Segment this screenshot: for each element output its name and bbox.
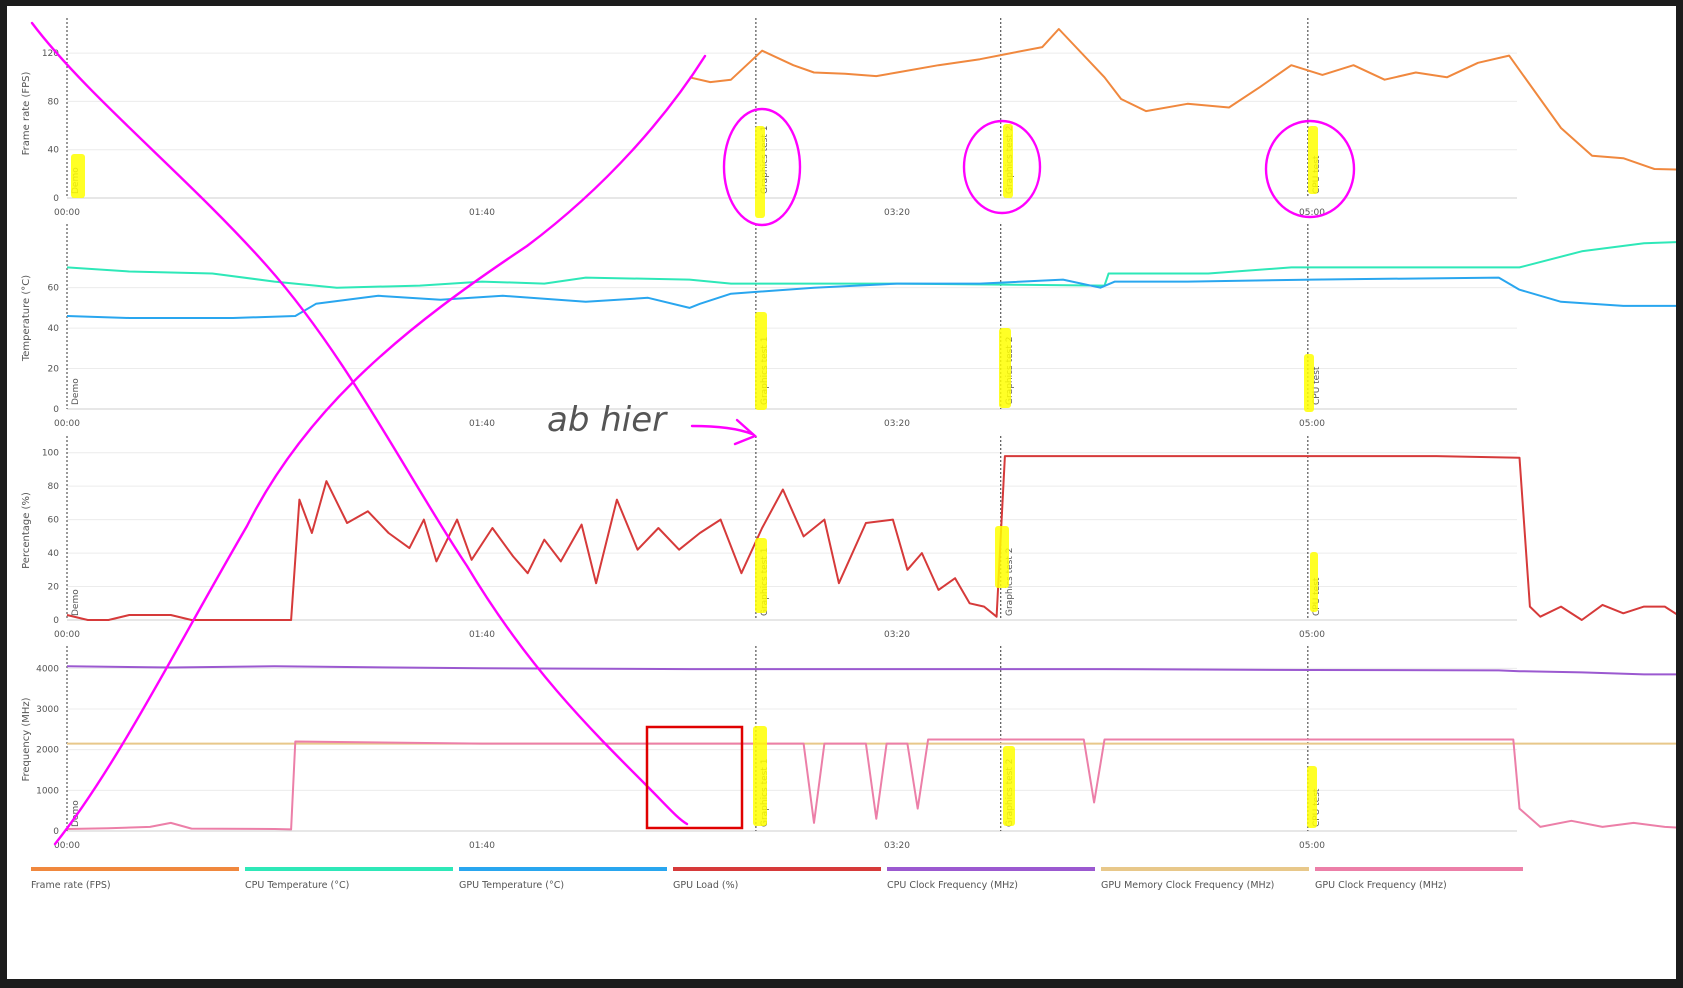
x-tick-label: 00:00 bbox=[54, 208, 80, 218]
legend: Frame rate (FPS) CPU Temperature (°C) GPU … bbox=[31, 867, 1523, 891]
legend-swatch bbox=[459, 867, 667, 871]
y-tick-label: 100 bbox=[42, 449, 59, 459]
legend-label: GPU Load (%) bbox=[673, 880, 738, 891]
x-tick-label: 03:20 bbox=[884, 841, 910, 851]
x-tick-label: 01:40 bbox=[469, 630, 495, 640]
highlight-mark bbox=[753, 726, 767, 826]
legend-swatch bbox=[887, 867, 1095, 871]
y-tick-label: 4000 bbox=[36, 664, 59, 674]
series-line-gpu_clock bbox=[66, 738, 1676, 831]
y-tick-label: 3000 bbox=[36, 705, 59, 715]
y-tick-label: 0 bbox=[53, 827, 59, 837]
cross-stroke bbox=[53, 54, 707, 846]
y-tick-label: 0 bbox=[53, 616, 59, 626]
y-tick-label: 40 bbox=[48, 324, 60, 334]
x-tick-label: 03:20 bbox=[884, 630, 910, 640]
legend-label: GPU Temperature (°C) bbox=[459, 880, 564, 891]
y-axis-label: Temperature (°C) bbox=[21, 275, 32, 362]
handwritten-note: ab hier bbox=[547, 400, 668, 440]
panel-2: 0 20 40 60 Temperature (°C) 00:00 01:40 03:20 05… bbox=[21, 224, 1676, 429]
legend-swatch bbox=[245, 867, 453, 871]
highlight-mark bbox=[71, 154, 85, 198]
x-tick-label: 01:40 bbox=[469, 208, 495, 218]
y-axis-label: Frame rate (FPS) bbox=[21, 72, 32, 156]
series-line-gpu_load bbox=[66, 455, 1676, 621]
y-axis-label: Percentage (%) bbox=[21, 492, 32, 569]
legend-label: GPU Memory Clock Frequency (MHz) bbox=[1101, 880, 1274, 891]
series-line-cpu_temp bbox=[66, 241, 1676, 289]
arrow-mark bbox=[690, 418, 758, 446]
y-tick-label: 60 bbox=[48, 516, 60, 526]
highlight-mark bbox=[999, 328, 1011, 408]
highlight-mark bbox=[1003, 124, 1013, 198]
x-tick-label: 03:20 bbox=[884, 208, 910, 218]
y-tick-label: 20 bbox=[48, 583, 60, 593]
legend-swatch bbox=[1101, 867, 1309, 871]
highlight-mark bbox=[1308, 126, 1318, 194]
y-tick-label: 80 bbox=[48, 482, 60, 492]
legend-label: GPU Clock Frequency (MHz) bbox=[1315, 880, 1447, 891]
legend-label: Frame rate (FPS) bbox=[31, 880, 111, 891]
circle-mark bbox=[962, 119, 1042, 215]
highlight-mark bbox=[1304, 354, 1314, 412]
highlight-mark bbox=[1310, 552, 1318, 612]
y-tick-label: 80 bbox=[48, 97, 60, 107]
y-tick-label: 60 bbox=[48, 284, 60, 294]
y-tick-label: 0 bbox=[53, 405, 59, 415]
y-tick-label: 2000 bbox=[36, 746, 59, 756]
x-tick-label: 05:00 bbox=[1299, 630, 1325, 640]
x-tick-label: 01:40 bbox=[469, 419, 495, 429]
highlight-mark bbox=[755, 538, 767, 613]
y-tick-label: 0 bbox=[53, 194, 59, 204]
chart-window: 0 40 80 120 Frame rate (FPS) 00:00 01:40 03:20 0… bbox=[7, 6, 1676, 979]
y-tick-label: 40 bbox=[48, 146, 60, 156]
series-line-cpu_clock bbox=[66, 665, 1676, 676]
legend-swatch bbox=[673, 867, 881, 871]
y-tick-label: 1000 bbox=[36, 786, 59, 796]
highlight-mark bbox=[1003, 746, 1015, 826]
marker-label: Demo bbox=[71, 378, 81, 405]
highlight-mark bbox=[995, 526, 1009, 588]
legend-label: CPU Temperature (°C) bbox=[245, 880, 349, 891]
highlight-mark bbox=[755, 126, 765, 218]
y-tick-label: 40 bbox=[48, 549, 60, 559]
x-tick-label: 00:00 bbox=[54, 419, 80, 429]
selection-box bbox=[645, 725, 744, 830]
highlight-mark bbox=[755, 312, 767, 410]
legend-swatch bbox=[1315, 867, 1523, 871]
marker-label: Demo bbox=[71, 589, 81, 616]
marker-label: Demo bbox=[71, 800, 81, 827]
legend-label: CPU Clock Frequency (MHz) bbox=[887, 880, 1018, 891]
y-tick-label: 20 bbox=[48, 365, 60, 375]
benchmark-chart: 04080120Frame rate (FPS)00:00 01:40 03:20 0… bbox=[21, 18, 1676, 891]
x-tick-label: 01:40 bbox=[469, 841, 495, 851]
highlight-mark bbox=[1307, 766, 1317, 828]
y-axis-label: Frequency (MHz) bbox=[21, 697, 32, 781]
x-tick-label: 00:00 bbox=[54, 841, 80, 851]
series-line-fps bbox=[689, 28, 1676, 171]
x-tick-label: 05:00 bbox=[1299, 419, 1325, 429]
panel-1: 04080120Frame rate (FPS)00:00 01:40 03:20 0… bbox=[21, 18, 1676, 218]
handwritten-annotations bbox=[30, 21, 1356, 846]
panel-3: 0 20 40 60 80 100 Percentage (%) 00:00 01:40 03:2… bbox=[21, 436, 1676, 640]
x-tick-label: 00:00 bbox=[54, 630, 80, 640]
x-tick-label: 03:20 bbox=[884, 419, 910, 429]
panel-4: 0 1000 2000 3000 4000 Frequency (MHz) 00:00 01:… bbox=[21, 646, 1676, 851]
highlighter-marks bbox=[71, 124, 1318, 828]
x-tick-label: 05:00 bbox=[1299, 841, 1325, 851]
legend-swatch bbox=[31, 867, 239, 871]
